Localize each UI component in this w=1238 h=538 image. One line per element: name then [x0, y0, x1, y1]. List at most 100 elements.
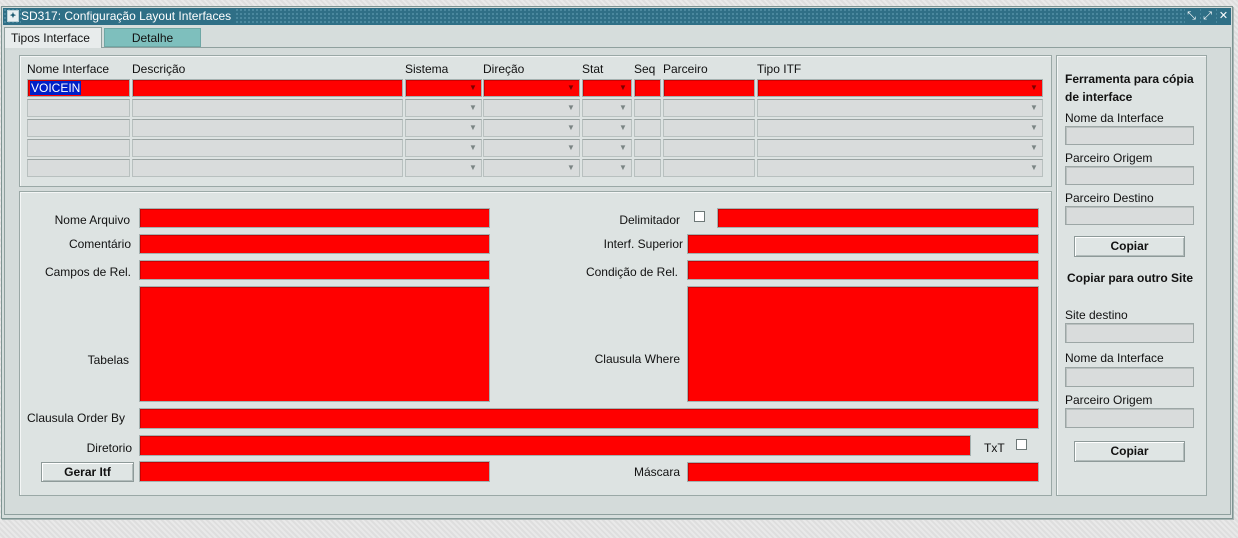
cell-stat[interactable]: ▼ — [582, 119, 632, 137]
app-icon[interactable]: ✦ — [7, 10, 19, 22]
clausula-where-label: Clausula Where — [594, 352, 680, 366]
copy-tool-title: Ferramenta para cópia de interface — [1065, 72, 1194, 104]
dropdown-arrow-icon[interactable]: ▼ — [616, 81, 630, 95]
cell-seq[interactable] — [634, 119, 661, 137]
diretorio-input[interactable] — [139, 435, 971, 456]
txt-checkbox[interactable] — [1016, 439, 1027, 450]
cell-seq[interactable] — [634, 79, 661, 97]
delimitador-input[interactable] — [717, 208, 1039, 228]
campos-rel-input[interactable] — [139, 260, 490, 280]
cell-seq[interactable] — [634, 139, 661, 157]
dropdown-arrow-icon[interactable]: ▼ — [466, 81, 480, 95]
cell-descricao[interactable] — [132, 139, 403, 157]
dropdown-arrow-icon[interactable]: ▼ — [616, 101, 630, 115]
header-parceiro: Parceiro — [663, 62, 708, 76]
cell-seq[interactable] — [634, 159, 661, 177]
tab-detalhe[interactable]: Detalhe — [104, 28, 201, 47]
dropdown-arrow-icon[interactable]: ▼ — [564, 161, 578, 175]
dropdown-arrow-icon[interactable]: ▼ — [466, 141, 480, 155]
tool-parceiro-destino-input[interactable] — [1065, 206, 1194, 225]
tool-nome-interface-input[interactable] — [1065, 126, 1194, 145]
dropdown-arrow-icon[interactable]: ▼ — [1027, 121, 1041, 135]
mascara-input[interactable] — [687, 462, 1039, 482]
header-nome-interface: Nome Interface — [27, 62, 110, 76]
tab-tipos-interface[interactable]: Tipos Interface — [4, 27, 102, 48]
cell-direcao[interactable]: ▼ — [483, 99, 580, 117]
interf-superior-input[interactable] — [687, 234, 1039, 254]
cell-descricao[interactable] — [132, 79, 403, 97]
nome-arquivo-label: Nome Arquivo — [54, 213, 130, 227]
cell-tipo-itf[interactable]: ▼ — [757, 139, 1043, 157]
cell-stat[interactable]: ▼ — [582, 159, 632, 177]
site-nome-interface-input[interactable] — [1065, 367, 1194, 387]
dropdown-arrow-icon[interactable]: ▼ — [1027, 81, 1041, 95]
delimitador-checkbox[interactable] — [694, 211, 705, 222]
cell-direcao[interactable]: ▼ — [483, 159, 580, 177]
copiar-button[interactable]: Copiar — [1074, 236, 1185, 257]
cell-seq[interactable] — [634, 99, 661, 117]
cell-tipo-itf[interactable]: ▼ — [757, 159, 1043, 177]
dropdown-arrow-icon[interactable]: ▼ — [564, 101, 578, 115]
gerar-itf-button[interactable]: Gerar Itf — [41, 462, 134, 482]
cell-direcao[interactable]: ▼ — [483, 119, 580, 137]
comentario-label: Comentário — [68, 237, 131, 251]
comentario-input[interactable] — [139, 234, 490, 254]
cell-tipo-itf[interactable]: ▼ — [757, 99, 1043, 117]
cell-descricao[interactable] — [132, 159, 403, 177]
dropdown-arrow-icon[interactable]: ▼ — [564, 81, 578, 95]
cell-sistema[interactable]: ▼ — [405, 139, 482, 157]
cell-parceiro[interactable] — [663, 159, 755, 177]
cell-stat[interactable]: ▼ — [582, 139, 632, 157]
site-parceiro-origem-input[interactable] — [1065, 408, 1194, 428]
cell-direcao[interactable]: ▼ — [483, 139, 580, 157]
cell-nome-interface[interactable] — [27, 139, 130, 157]
dropdown-arrow-icon[interactable]: ▼ — [564, 141, 578, 155]
cell-sistema[interactable]: ▼ — [405, 99, 482, 117]
cell-tipo-itf[interactable]: ▼ — [757, 79, 1043, 97]
tool-nome-interface-label: Nome da Interface — [1065, 111, 1164, 125]
cell-descricao[interactable] — [132, 119, 403, 137]
cell-stat[interactable]: ▼ — [582, 99, 632, 117]
close-icon[interactable]: ✕ — [1217, 9, 1230, 23]
cell-nome-interface[interactable] — [27, 159, 130, 177]
copiar-site-button[interactable]: Copiar — [1074, 441, 1185, 462]
dropdown-arrow-icon[interactable]: ▼ — [564, 121, 578, 135]
cell-direcao[interactable]: ▼ — [483, 79, 580, 97]
cell-parceiro[interactable] — [663, 139, 755, 157]
dropdown-arrow-icon[interactable]: ▼ — [466, 101, 480, 115]
cell-sistema[interactable]: ▼ — [405, 159, 482, 177]
header-direcao: Direção — [483, 62, 525, 76]
cell-parceiro[interactable] — [663, 79, 755, 97]
title-bar[interactable]: ✦ SD317: Configuração Layout Interfaces … — [3, 8, 1231, 25]
header-seq: Seq — [634, 62, 656, 76]
site-destino-input[interactable] — [1065, 323, 1194, 343]
cell-parceiro[interactable] — [663, 99, 755, 117]
cell-nome-interface[interactable]: VOICEIN — [27, 79, 130, 97]
dropdown-arrow-icon[interactable]: ▼ — [616, 121, 630, 135]
minimize-icon[interactable]: ⤡ — [1185, 9, 1198, 23]
cell-nome-interface[interactable] — [27, 119, 130, 137]
cell-nome-interface[interactable] — [27, 99, 130, 117]
cell-parceiro[interactable] — [663, 119, 755, 137]
tabelas-textarea[interactable] — [139, 286, 490, 402]
tool-parceiro-origem-input[interactable] — [1065, 166, 1194, 185]
header-descricao: Descrição — [132, 62, 186, 76]
dropdown-arrow-icon[interactable]: ▼ — [1027, 141, 1041, 155]
gerar-itf-input[interactable] — [139, 461, 490, 482]
cell-stat[interactable]: ▼ — [582, 79, 632, 97]
dropdown-arrow-icon[interactable]: ▼ — [616, 161, 630, 175]
dropdown-arrow-icon[interactable]: ▼ — [466, 121, 480, 135]
clausula-order-input[interactable] — [139, 408, 1039, 429]
dropdown-arrow-icon[interactable]: ▼ — [616, 141, 630, 155]
nome-arquivo-input[interactable] — [139, 208, 490, 228]
clausula-where-textarea[interactable] — [687, 286, 1039, 402]
dropdown-arrow-icon[interactable]: ▼ — [1027, 161, 1041, 175]
condicao-rel-input[interactable] — [687, 260, 1039, 280]
cell-tipo-itf[interactable]: ▼ — [757, 119, 1043, 137]
cell-sistema[interactable]: ▼ — [405, 79, 482, 97]
cell-sistema[interactable]: ▼ — [405, 119, 482, 137]
dropdown-arrow-icon[interactable]: ▼ — [466, 161, 480, 175]
cell-descricao[interactable] — [132, 99, 403, 117]
dropdown-arrow-icon[interactable]: ▼ — [1027, 101, 1041, 115]
maximize-icon[interactable]: ⤢ — [1201, 9, 1214, 23]
